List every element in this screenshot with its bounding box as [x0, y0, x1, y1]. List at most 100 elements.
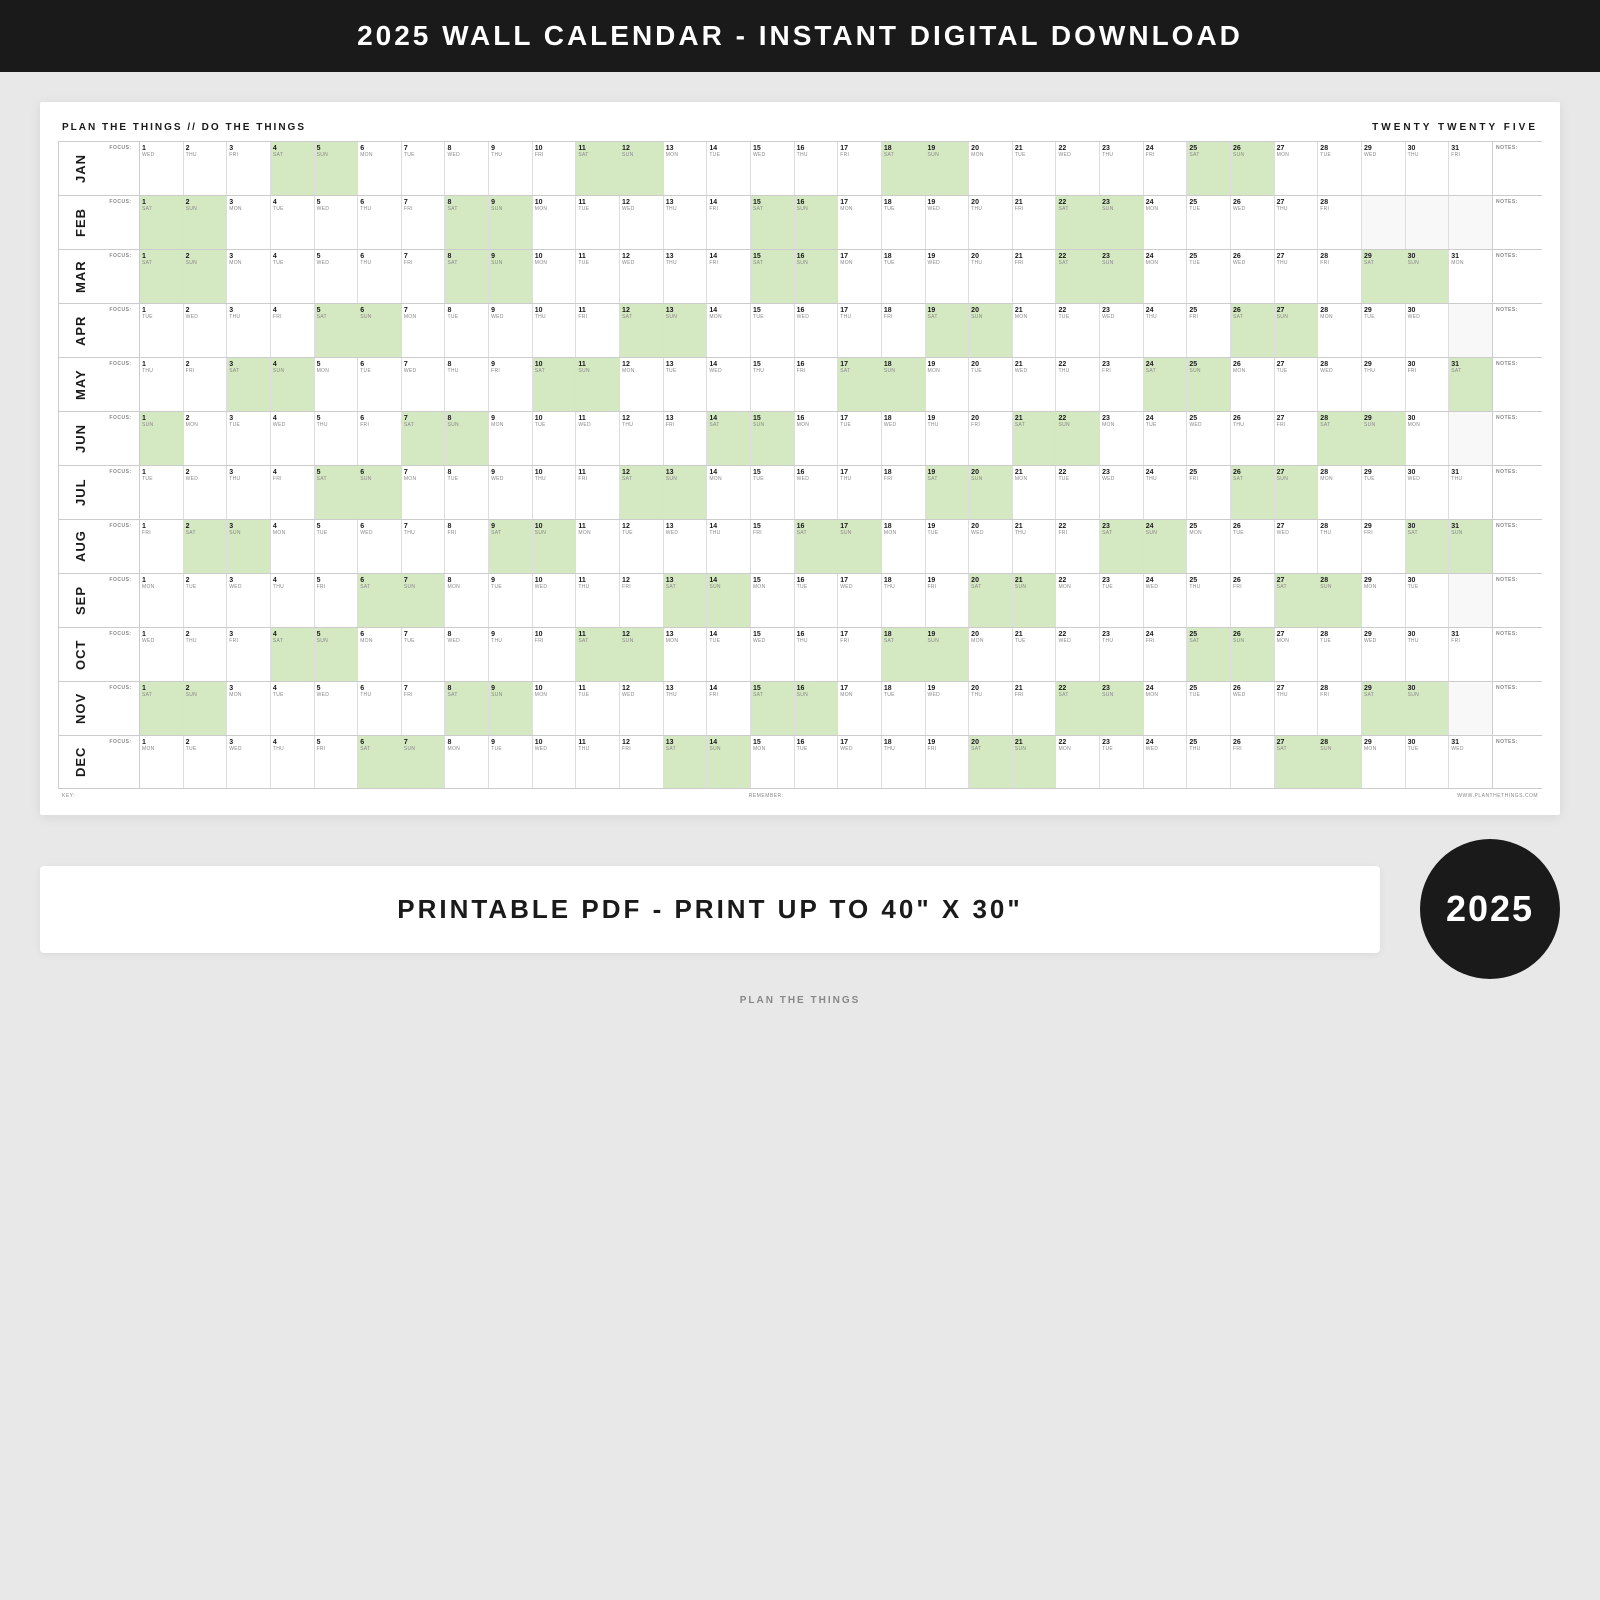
- day-cell: 23TUE: [1100, 574, 1144, 627]
- day-cell: 2SUN: [184, 196, 228, 249]
- day-cell: 20THU: [969, 196, 1013, 249]
- day-cell: 7FRI: [402, 196, 446, 249]
- day-cell: 31FRI: [1449, 628, 1492, 681]
- day-cell: 26THU: [1231, 412, 1275, 465]
- day-cell: 17THU: [838, 304, 882, 357]
- day-cell: 2TUE: [184, 574, 228, 627]
- day-cell: 1SUN: [140, 412, 184, 465]
- day-cell: 16TUE: [795, 736, 839, 788]
- day-cell: 27SUN: [1275, 304, 1319, 357]
- day-cell: 14SUN: [707, 736, 751, 788]
- day-cell: 29SAT: [1362, 682, 1406, 735]
- day-cell: 17FRI: [838, 142, 882, 195]
- day-cell: 15WED: [751, 142, 795, 195]
- day-cell: 26TUE: [1231, 520, 1275, 573]
- day-cell: 15MON: [751, 574, 795, 627]
- day-cell: [1449, 304, 1492, 357]
- notes-cell: NOTES:: [1492, 304, 1542, 357]
- day-cell: 18WED: [882, 412, 926, 465]
- day-cell: 16TUE: [795, 574, 839, 627]
- brand-right: TWENTY TWENTY FIVE: [1372, 122, 1538, 133]
- day-cell: 18THU: [882, 574, 926, 627]
- day-cell: 11TUE: [576, 682, 620, 735]
- day-cell: 18FRI: [882, 304, 926, 357]
- day-cell: 6MON: [358, 628, 402, 681]
- days-container: 1MON2TUE3WED4THU5FRI6SAT7SUN8MON9TUE10WE…: [140, 574, 1492, 627]
- day-cell: 4THU: [271, 736, 315, 788]
- focus-cell: FOCUS:: [102, 574, 140, 627]
- month-label-jun: JUN: [58, 412, 102, 465]
- footer-remember: REMEMBER:: [749, 793, 784, 799]
- day-cell: 12FRI: [620, 736, 664, 788]
- day-cell: 7THU: [402, 520, 446, 573]
- day-cell: 31FRI: [1449, 142, 1492, 195]
- month-row-may: MAYFOCUS:1THU2FRI3SAT4SUN5MON6TUE7WED8TH…: [58, 357, 1542, 411]
- day-cell: 27MON: [1275, 142, 1319, 195]
- day-cell: 15WED: [751, 628, 795, 681]
- day-cell: 5THU: [315, 412, 359, 465]
- day-cell: 25SUN: [1187, 358, 1231, 411]
- day-cell: 27WED: [1275, 520, 1319, 573]
- day-cell: 22THU: [1056, 358, 1100, 411]
- month-label-may: MAY: [58, 358, 102, 411]
- month-row-jul: JULFOCUS:1TUE2WED3THU4FRI5SAT6SUN7MON8TU…: [58, 465, 1542, 519]
- day-cell: 7MON: [402, 304, 446, 357]
- day-cell: 2WED: [184, 466, 228, 519]
- day-cell: 13MON: [664, 142, 708, 195]
- day-cell: 9TUE: [489, 574, 533, 627]
- month-row-jan: JANFOCUS:1WED2THU3FRI4SAT5SUN6MON7TUE8WE…: [58, 141, 1542, 195]
- day-cell: 25WED: [1187, 412, 1231, 465]
- day-cell: 13THU: [664, 250, 708, 303]
- day-cell: 18SUN: [882, 358, 926, 411]
- month-label-mar: MAR: [58, 250, 102, 303]
- month-row-oct: OCTFOCUS:1WED2THU3FRI4SAT5SUN6MON7TUE8WE…: [58, 627, 1542, 681]
- day-cell: 15SUN: [751, 412, 795, 465]
- day-cell: 18MON: [882, 520, 926, 573]
- day-cell: [1362, 196, 1406, 249]
- day-cell: 17FRI: [838, 628, 882, 681]
- day-cell: 17WED: [838, 574, 882, 627]
- day-cell: 12WED: [620, 196, 664, 249]
- day-cell: 8THU: [445, 358, 489, 411]
- day-cell: 5FRI: [315, 574, 359, 627]
- day-cell: 10SUN: [533, 520, 577, 573]
- day-cell: 25TUE: [1187, 682, 1231, 735]
- calendar-grid: JANFOCUS:1WED2THU3FRI4SAT5SUN6MON7TUE8WE…: [58, 141, 1542, 789]
- day-cell: 2SUN: [184, 250, 228, 303]
- day-cell: 4MON: [271, 520, 315, 573]
- month-label-sep: SEP: [58, 574, 102, 627]
- day-cell: [1449, 574, 1492, 627]
- day-cell: 19WED: [926, 250, 970, 303]
- day-cell: 22SAT: [1056, 196, 1100, 249]
- day-cell: 17MON: [838, 250, 882, 303]
- day-cell: 16THU: [795, 628, 839, 681]
- day-cell: 8SUN: [445, 412, 489, 465]
- day-cell: 11FRI: [576, 466, 620, 519]
- header-title: 2025 WALL CALENDAR - INSTANT DIGITAL DOW…: [357, 20, 1243, 52]
- day-cell: 10THU: [533, 304, 577, 357]
- day-cell: 9SUN: [489, 682, 533, 735]
- focus-cell: FOCUS:: [102, 412, 140, 465]
- days-container: 1SAT2SUN3MON4TUE5WED6THU7FRI8SAT9SUN10MO…: [140, 250, 1492, 303]
- day-cell: 2SAT: [184, 520, 228, 573]
- day-cell: 20MON: [969, 628, 1013, 681]
- day-cell: 25TUE: [1187, 196, 1231, 249]
- day-cell: 17MON: [838, 196, 882, 249]
- day-cell: 13TUE: [664, 358, 708, 411]
- month-row-jun: JUNFOCUS:1SUN2MON3TUE4WED5THU6FRI7SAT8SU…: [58, 411, 1542, 465]
- day-cell: 9SAT: [489, 520, 533, 573]
- day-cell: 30TUE: [1406, 736, 1450, 788]
- day-cell: 22MON: [1056, 736, 1100, 788]
- notes-cell: NOTES:: [1492, 412, 1542, 465]
- day-cell: 29TUE: [1362, 304, 1406, 357]
- day-cell: 13SAT: [664, 736, 708, 788]
- day-cell: 20THU: [969, 682, 1013, 735]
- day-cell: 1THU: [140, 358, 184, 411]
- day-cell: 11SAT: [576, 142, 620, 195]
- day-cell: 27SAT: [1275, 736, 1319, 788]
- day-cell: 27TUE: [1275, 358, 1319, 411]
- day-cell: 1FRI: [140, 520, 184, 573]
- day-cell: 22WED: [1056, 628, 1100, 681]
- day-cell: 9THU: [489, 142, 533, 195]
- day-cell: 10TUE: [533, 412, 577, 465]
